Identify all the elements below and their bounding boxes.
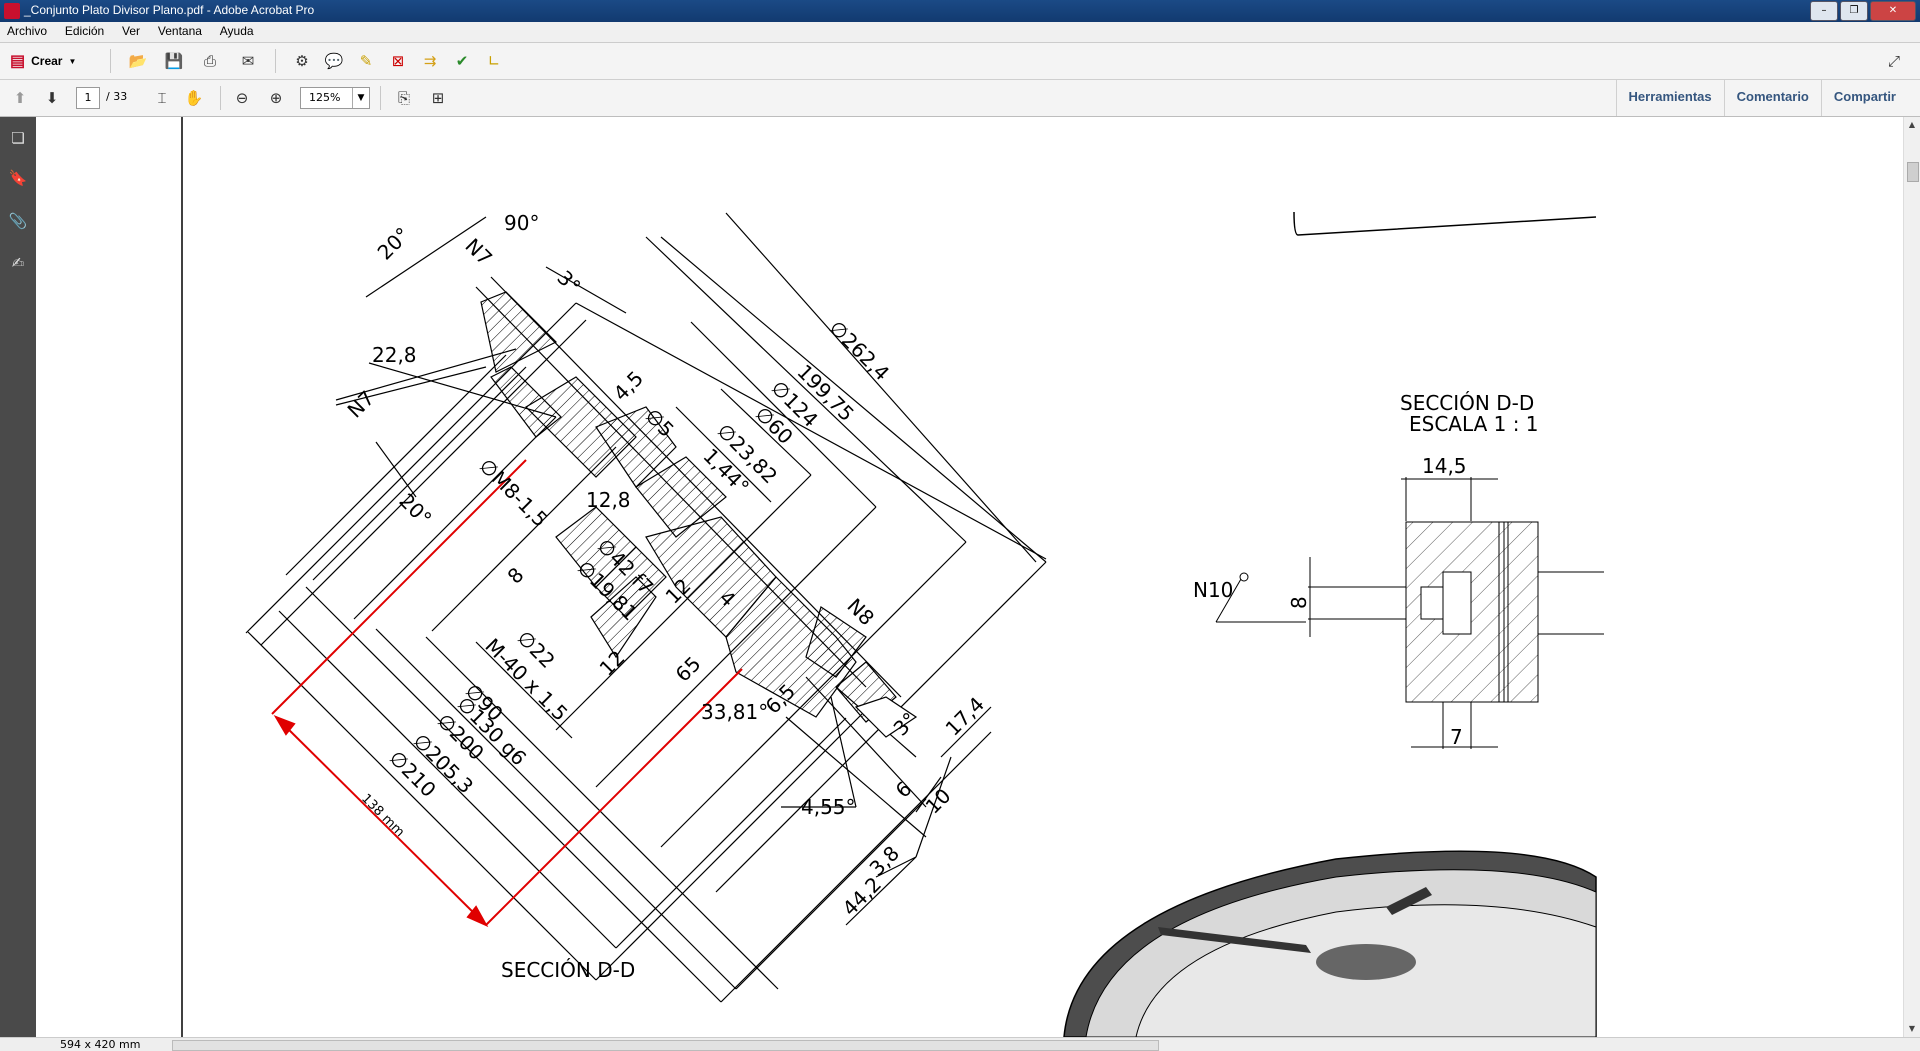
section-dim: N10 <box>1193 578 1233 602</box>
window-title: _Conjunto Plato Divisor Plano.pdf - Adob… <box>24 3 315 17</box>
dim-text: 20° <box>394 489 436 531</box>
attachments-icon[interactable]: 📎 <box>8 212 28 232</box>
minimize-button[interactable]: – <box>1810 1 1838 21</box>
dim-text: 12 <box>595 646 630 681</box>
vertical-scrollbar[interactable]: ▲ ▼ <box>1903 117 1920 1037</box>
page-number-input[interactable]: 1 <box>76 87 100 109</box>
task-panel-links: Herramientas Comentario Compartir <box>1615 80 1908 116</box>
menu-ver[interactable]: Ver <box>115 22 147 40</box>
menu-edicion[interactable]: Edición <box>58 22 111 40</box>
next-page-icon[interactable]: ⬇ <box>40 87 64 109</box>
create-button[interactable]: ▤ Crear ▼ <box>10 50 76 72</box>
reject-icon[interactable]: ⊠ <box>386 50 410 72</box>
save-icon[interactable]: 💾 <box>162 50 186 72</box>
horizontal-scrollbar[interactable] <box>172 1040 1159 1051</box>
zoom-select[interactable]: 125% ▼ <box>300 87 370 109</box>
page-thumbnails-icon[interactable]: ❏ <box>8 129 28 149</box>
dim-text: 20° <box>373 222 415 264</box>
menu-ayuda[interactable]: Ayuda <box>213 22 261 40</box>
dim-text: SECCIÓN D-D <box>501 958 635 982</box>
scroll-thumb[interactable] <box>1907 162 1919 182</box>
dim-text: 33,81° <box>701 700 768 724</box>
fit-width-icon[interactable]: ⊞ <box>426 87 450 109</box>
expand-icon[interactable]: ⤢ <box>1882 50 1906 72</box>
comment-icon[interactable]: 💬 <box>322 50 346 72</box>
settings-gear-icon[interactable]: ⚙ <box>290 50 314 72</box>
dim-text: N7 <box>460 234 497 271</box>
menu-archivo[interactable]: Archivo <box>0 22 54 40</box>
section-scale: ESCALA 1 : 1 <box>1409 412 1539 436</box>
create-label: Crear <box>31 54 63 68</box>
dim-text: 4,5 <box>609 366 648 405</box>
navigation-pane: ❏ 🔖 📎 ✍ <box>0 117 36 1037</box>
page-size: 594 x 420 mm <box>60 1038 141 1051</box>
dim-text: 3° <box>552 266 585 299</box>
dim-text: 12,8 <box>586 488 631 512</box>
open-folder-icon[interactable]: 📂 <box>126 50 150 72</box>
status-bar: 594 x 420 mm <box>0 1037 1920 1051</box>
zoom-value: 125% <box>309 91 341 104</box>
hand-tool-icon[interactable]: ✋ <box>182 87 206 109</box>
tools-link[interactable]: Herramientas <box>1615 80 1724 116</box>
section-dim: 7 <box>1450 725 1463 749</box>
share-link[interactable]: Compartir <box>1820 80 1908 116</box>
zoom-out-icon[interactable]: ⊖ <box>230 87 254 109</box>
menu-bar: Archivo Edición Ver Ventana Ayuda <box>0 22 1920 43</box>
comment-link[interactable]: Comentario <box>1723 80 1821 116</box>
scroll-down-icon[interactable]: ▼ <box>1904 1021 1920 1037</box>
measure-icon[interactable]: ∟ <box>482 50 506 72</box>
dim-text: 17,4 <box>941 692 989 740</box>
print-icon[interactable]: ⎙ <box>198 50 222 72</box>
title-bar: _Conjunto Plato Divisor Plano.pdf - Adob… <box>0 0 1920 22</box>
section-dim: 8 <box>1287 596 1311 609</box>
isometric-3d-view <box>1063 850 1597 1037</box>
section-dim: 14,5 <box>1422 454 1467 478</box>
dim-text: ∅262,4 <box>824 316 894 386</box>
chevron-down-icon: ▼ <box>68 56 77 66</box>
dim-text: 65 <box>671 652 706 687</box>
technical-drawing: 138 mm 90° 20° N7 3° 22,8 N7 ∅262,4 199,… <box>181 117 1604 1037</box>
dim-text: 4,55° <box>801 795 856 819</box>
menu-ventana[interactable]: Ventana <box>151 22 209 40</box>
main-toolbar: ▤ Crear ▼ 📂 💾 ⎙ ✉ ⚙ 💬 ✎ ⊠ ⇉ ✔ ∟ ⤢ <box>0 43 1920 80</box>
zoom-in-icon[interactable]: ⊕ <box>264 87 288 109</box>
bookmarks-icon[interactable]: 🔖 <box>8 169 28 189</box>
dim-text: N7 <box>343 386 380 423</box>
document-view[interactable]: 138 mm 90° 20° N7 3° 22,8 N7 ∅262,4 199,… <box>36 117 1904 1037</box>
dim-text: 10 <box>921 784 956 819</box>
maximize-button[interactable]: ❐ <box>1840 1 1868 21</box>
create-icon: ▤ <box>10 53 26 70</box>
dim-text: 6 <box>891 777 917 803</box>
select-tool-icon[interactable]: ⌶ <box>150 87 174 109</box>
signatures-icon[interactable]: ✍ <box>8 254 28 274</box>
previous-page-icon[interactable]: ⬆ <box>8 87 32 109</box>
chevron-down-icon[interactable]: ▼ <box>352 88 369 108</box>
review-icon[interactable]: ⇉ <box>418 50 442 72</box>
measure-label: 138 mm <box>358 791 407 840</box>
approve-icon[interactable]: ✔ <box>450 50 474 72</box>
highlight-icon[interactable]: ✎ <box>354 50 378 72</box>
dim-text: 8 <box>503 563 529 589</box>
scroll-up-icon[interactable]: ▲ <box>1904 117 1920 133</box>
page-total: / 33 <box>106 90 128 103</box>
fit-page-icon[interactable]: ⎘ <box>392 87 416 109</box>
section-d-d-view: SECCIÓN D-D ESCALA 1 : 1 14,5 N10 8 7 <box>1193 391 1604 749</box>
email-icon[interactable]: ✉ <box>236 50 260 72</box>
dim-text: 22,8 <box>372 343 417 367</box>
dim-text: ∅M8-1,5 <box>474 454 552 532</box>
close-button[interactable]: ✕ <box>1870 1 1916 21</box>
dim-text: 90° <box>504 211 539 235</box>
acrobat-icon <box>4 3 20 19</box>
